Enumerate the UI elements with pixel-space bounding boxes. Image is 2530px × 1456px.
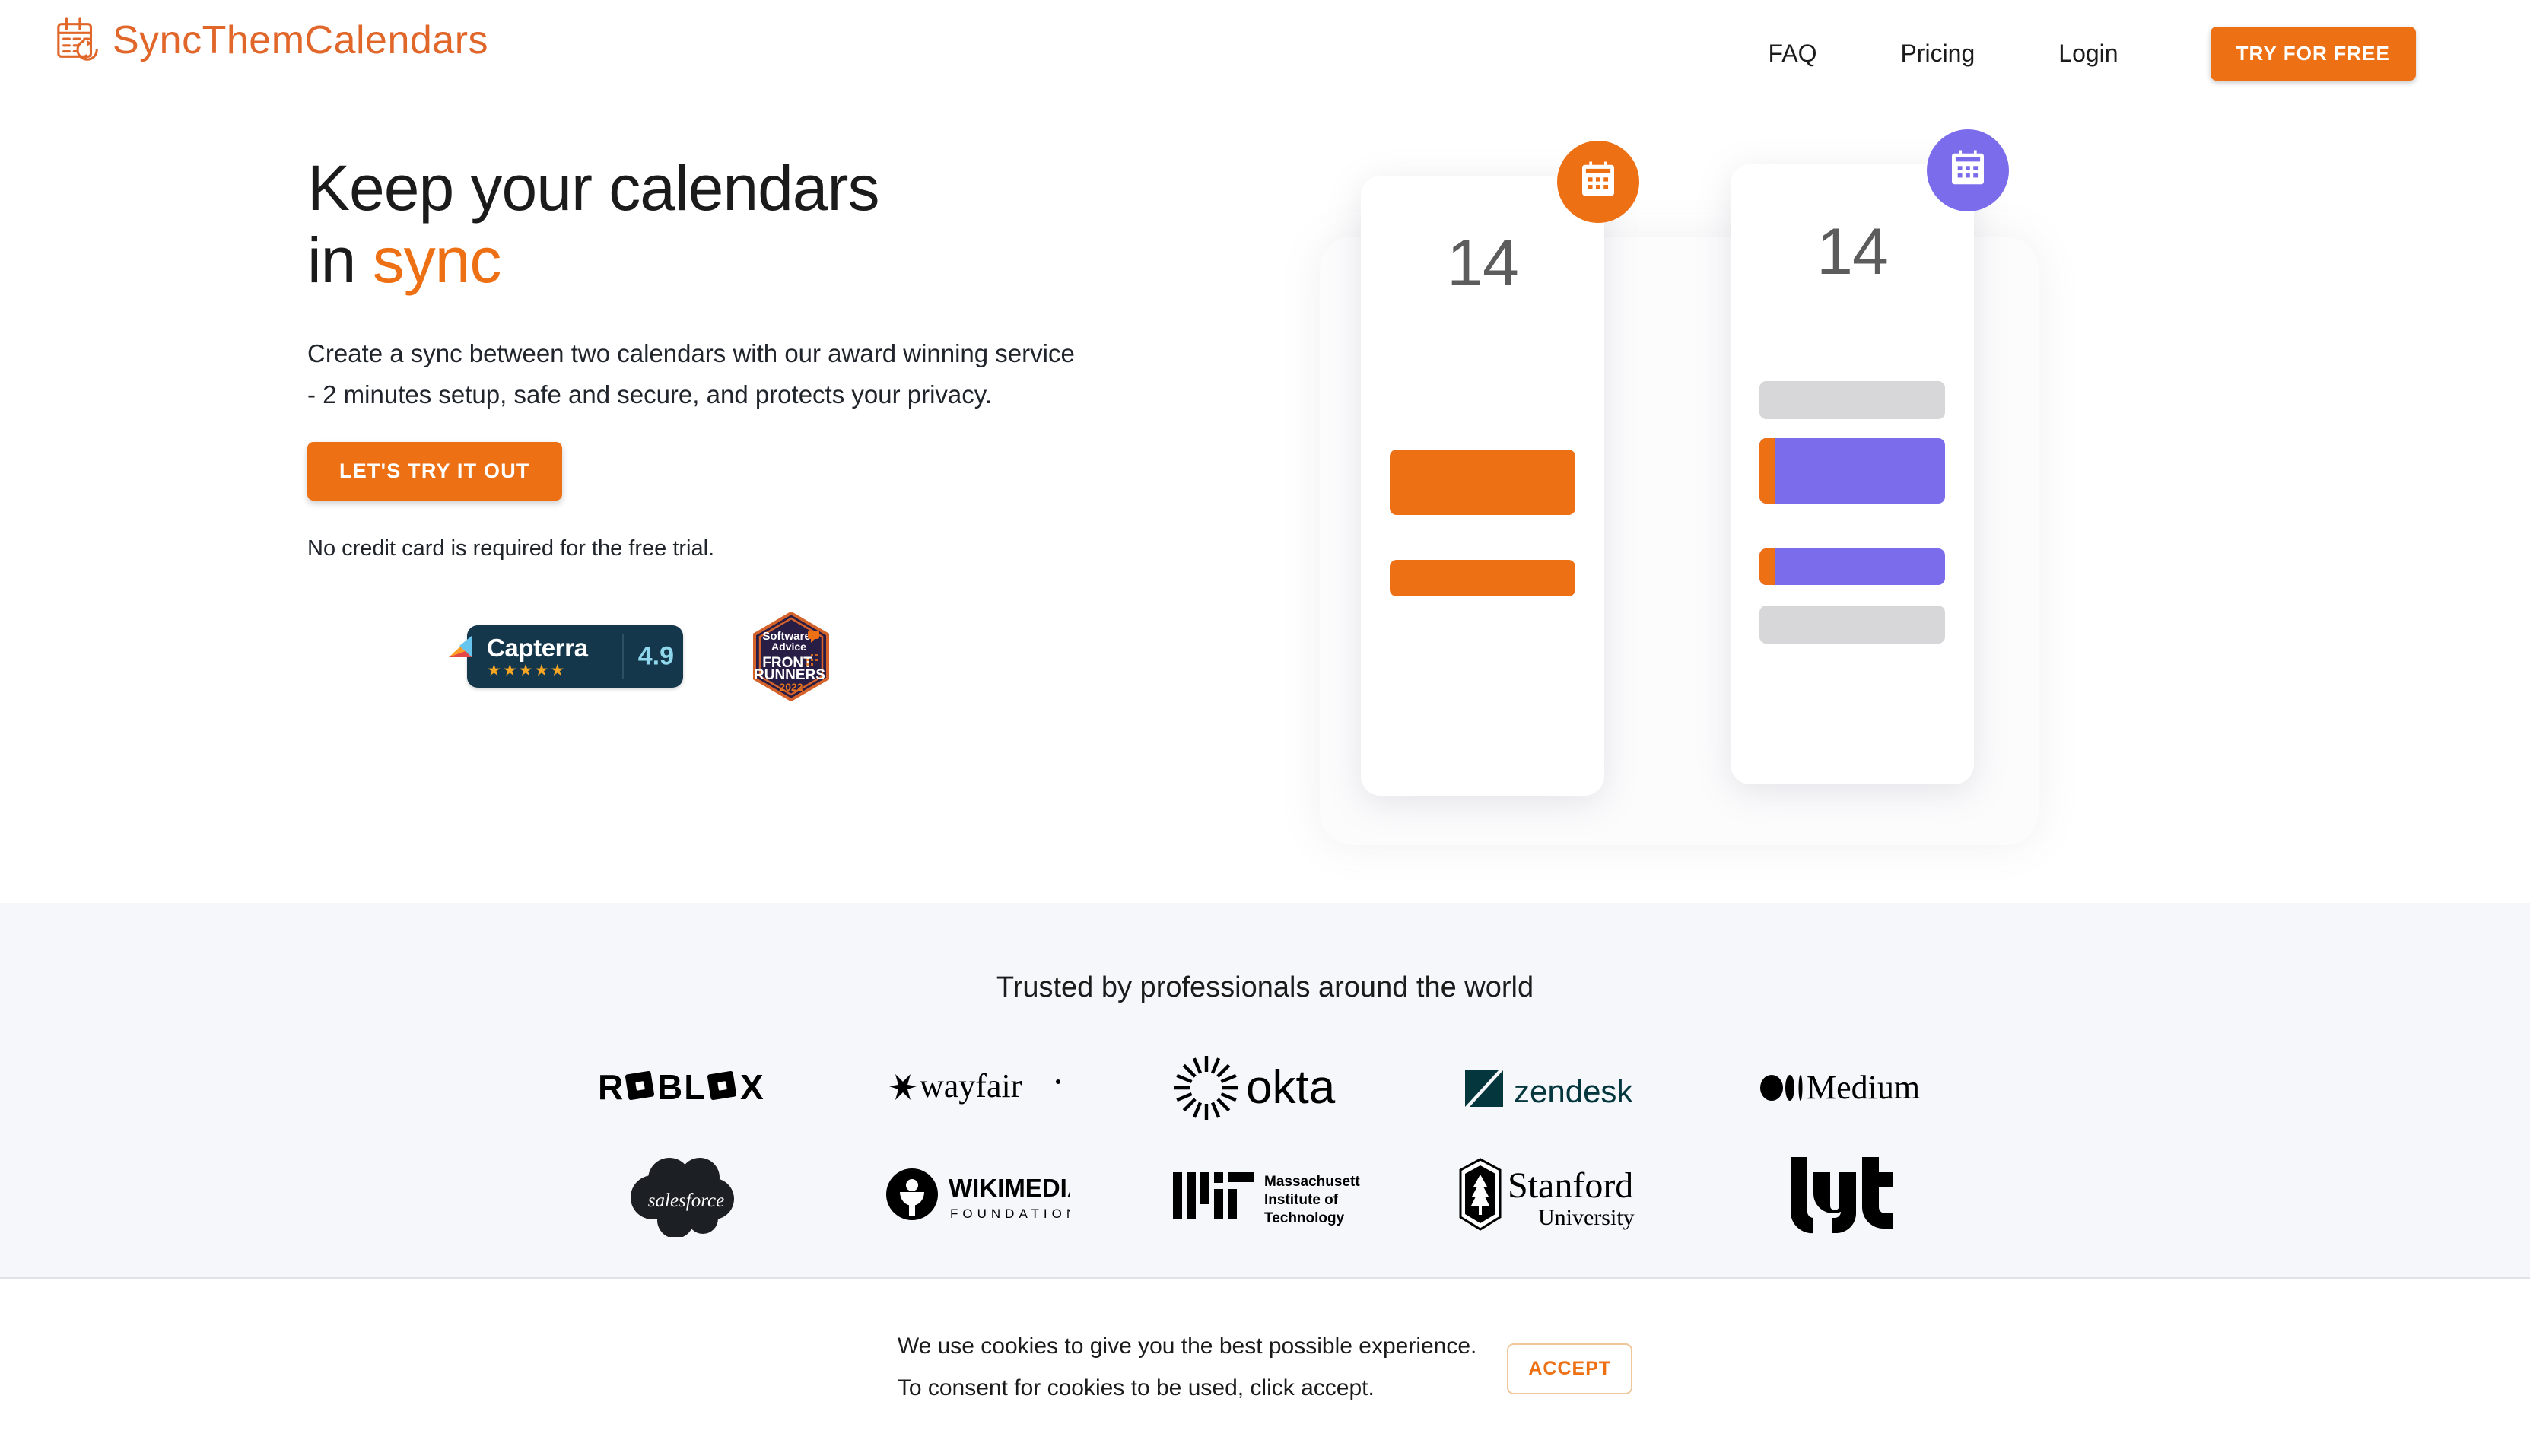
page-title: Keep your calendars in sync [307, 152, 1114, 297]
calendar-event [1759, 381, 1945, 419]
cookie-consent-bar: We use cookies to give you the best poss… [0, 1277, 2530, 1456]
cookie-message-line1: We use cookies to give you the best poss… [897, 1333, 1477, 1359]
logo-row-1: R BL X wayfair okta zendesk Medium [0, 1042, 2530, 1133]
capterra-score: 4.9 [637, 641, 674, 671]
roblox-logo: R BL X [573, 1042, 801, 1133]
capterra-flag-icon [449, 636, 490, 670]
hero-content: Keep your calendars in sync Create a syn… [307, 152, 1114, 702]
trusted-title: Trusted by professionals around the worl… [996, 971, 1534, 1003]
trusted-by-section: Trusted by professionals around the worl… [0, 903, 2530, 1277]
capterra-badge[interactable]: Capterra ★ ★ ★ ★ ★ 4.9 [449, 625, 683, 688]
calendar-event [1390, 450, 1575, 515]
calendar-event-synced [1759, 438, 1945, 504]
capterra-divider [622, 634, 624, 679]
accept-cookies-button[interactable]: ACCEPT [1507, 1343, 1633, 1394]
source-calendar-card: 14 [1361, 141, 1639, 796]
svg-text:zendesk: zendesk [1514, 1073, 1633, 1109]
stanford-logo: Stanford University [1440, 1149, 1668, 1240]
award-badges: Capterra ★ ★ ★ ★ ★ 4.9 Software Advice F… [307, 612, 1114, 702]
capterra-star-rating: ★ ★ ★ ★ ★ [487, 663, 588, 679]
svg-text:Institute of: Institute of [1264, 1192, 1339, 1208]
main-navigation: FAQ Pricing Login TRY FOR FREE [1726, 0, 2416, 106]
star-icon: ★ [518, 661, 533, 679]
svg-text:Technology: Technology [1264, 1210, 1345, 1226]
svg-text:University: University [1538, 1205, 1635, 1230]
calendar-icon [1947, 148, 1989, 194]
svg-text:X: X [740, 1067, 765, 1107]
svg-text:okta: okta [1246, 1061, 1336, 1114]
hero-heading-line1: Keep your calendars [307, 152, 879, 224]
svg-text:salesforce: salesforce [648, 1191, 724, 1211]
calendar-event [1390, 560, 1575, 596]
calendar-event-synced [1759, 548, 1945, 585]
svg-text:2022: 2022 [779, 681, 803, 693]
hero-heading-line2-prefix: in [307, 224, 373, 296]
hero-heading-accent: sync [372, 224, 502, 296]
calendar-sync-illustration: 14 14 [1320, 126, 2039, 887]
no-credit-card-note: No credit card is required for the free … [307, 536, 715, 561]
svg-text:BL: BL [657, 1067, 707, 1107]
brand-name: SyncThemCalendars [113, 18, 489, 62]
okta-logo: okta [1151, 1042, 1379, 1133]
star-icon: ★ [502, 661, 517, 679]
svg-text:FOUNDATION: FOUNDATION [950, 1206, 1070, 1221]
try-for-free-button[interactable]: TRY FOR FREE [2210, 26, 2416, 81]
hero-subtext: Create a sync between two calendars with… [307, 339, 1075, 409]
medium-logo: Medium [1729, 1042, 1957, 1133]
target-calendar-badge [1927, 129, 2009, 211]
wayfair-logo: wayfair [862, 1042, 1090, 1133]
brand-logo[interactable]: SyncThemCalendars [55, 17, 488, 64]
wikimedia-logo: WIKIMEDIA FOUNDATION [862, 1149, 1090, 1240]
target-calendar-day: 14 [1816, 215, 1889, 288]
svg-text:wayfair: wayfair [920, 1067, 1022, 1105]
cookie-message: We use cookies to give you the best poss… [898, 1326, 1477, 1409]
nav-faq[interactable]: FAQ [1726, 40, 1858, 68]
lyft-logo [1729, 1149, 1957, 1240]
logo-row-2: salesforce WIKIMEDIA FOUNDATION [0, 1149, 2530, 1240]
hero-section: Keep your calendars in sync Create a syn… [0, 106, 2530, 903]
cookie-message-line2: To consent for cookies to be used, click… [897, 1375, 1375, 1400]
capterra-name: Capterra [487, 633, 588, 662]
lets-try-it-out-button[interactable]: LET'S TRY IT OUT [307, 442, 562, 501]
zendesk-logo: zendesk [1440, 1042, 1668, 1133]
svg-text:R: R [598, 1067, 625, 1107]
site-header: SyncThemCalendars FAQ Pricing Login TRY … [0, 0, 2530, 106]
source-calendar-badge [1557, 141, 1639, 223]
nav-login[interactable]: Login [2017, 40, 2160, 68]
target-calendar-card: 14 [1731, 129, 2009, 784]
star-icon: ★ [534, 661, 549, 679]
landing-page: SyncThemCalendars FAQ Pricing Login TRY … [0, 0, 2530, 1456]
svg-text:Advice: Advice [771, 641, 806, 653]
salesforce-logo: salesforce [573, 1149, 801, 1240]
source-calendar-day: 14 [1447, 227, 1519, 300]
nav-pricing[interactable]: Pricing [1858, 40, 2017, 68]
mit-logo: Massachusetts Institute of Technology [1151, 1149, 1379, 1240]
svg-text:Massachusetts: Massachusetts [1264, 1174, 1360, 1190]
svg-text:Medium: Medium [1807, 1070, 1920, 1106]
calendar-icon [1577, 159, 1619, 205]
calendar-sync-icon [55, 17, 102, 64]
software-advice-badge[interactable]: Software Advice FRONT RUNNERS 2022 [752, 612, 831, 702]
star-icon: ★ [550, 661, 565, 679]
svg-text:Stanford: Stanford [1508, 1165, 1633, 1206]
svg-text:WIKIMEDIA: WIKIMEDIA [949, 1174, 1070, 1202]
calendar-event [1759, 606, 1945, 644]
